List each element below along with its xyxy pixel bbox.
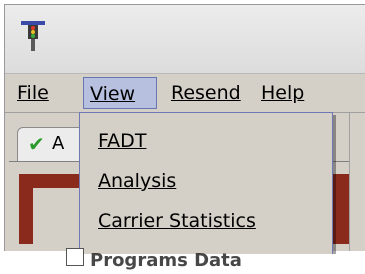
menu-view[interactable]: View xyxy=(83,77,157,109)
menu-item-analysis-label: Analysis xyxy=(98,170,177,192)
menu-item-fadt[interactable]: FADT xyxy=(98,125,146,157)
menu-item-analysis[interactable]: Analysis xyxy=(98,165,176,197)
menu-file[interactable]: File xyxy=(11,77,55,109)
tab-a-label: A xyxy=(52,133,65,154)
menu-item-fadt-label: FADT xyxy=(98,130,147,152)
view-menu-dropdown: FADT Analysis Carrier Statistics xyxy=(79,112,333,256)
menu-file-label: File xyxy=(17,82,49,104)
menu-item-carrier-statistics-label: Carrier Statistics xyxy=(98,210,256,232)
menu-view-label: View xyxy=(90,83,136,105)
menu-help[interactable]: Help xyxy=(255,77,310,109)
menu-item-carrier-statistics[interactable]: Carrier Statistics xyxy=(98,205,256,237)
programs-data-label: Programs Data xyxy=(90,250,242,271)
title-bar[interactable] xyxy=(5,5,365,74)
menu-resend[interactable]: Resend xyxy=(165,77,247,109)
menu-bar: File View Resend Help xyxy=(5,74,365,113)
menu-help-label: Help xyxy=(261,82,305,104)
check-icon: ✔ xyxy=(28,132,45,156)
programs-checkbox[interactable] xyxy=(66,248,84,266)
traffic-light-icon xyxy=(21,21,45,51)
right-edge-scroll[interactable] xyxy=(349,113,365,251)
menu-resend-label: Resend xyxy=(171,82,241,104)
